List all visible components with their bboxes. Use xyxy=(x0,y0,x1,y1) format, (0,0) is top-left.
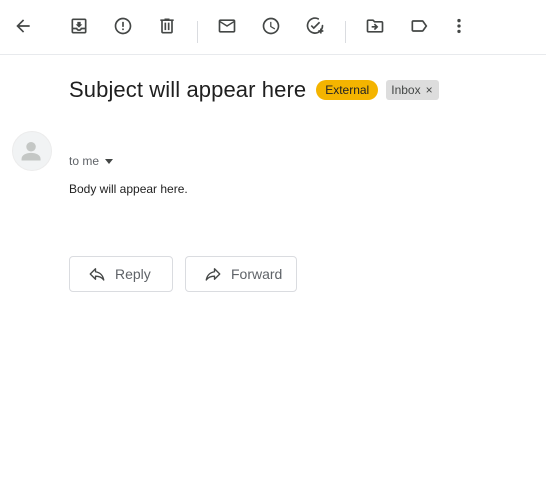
toolbar-divider xyxy=(345,21,346,43)
snooze-button[interactable] xyxy=(253,8,289,44)
recipient-details-toggle[interactable]: to me xyxy=(69,154,114,168)
remove-label-icon[interactable]: × xyxy=(426,82,433,98)
mark-unread-icon xyxy=(218,19,236,33)
reply-button[interactable]: Reply xyxy=(69,256,173,292)
archive-button[interactable] xyxy=(61,8,97,44)
report-spam-button[interactable] xyxy=(105,8,141,44)
recipient-text: to me xyxy=(69,154,100,168)
delete-icon xyxy=(160,18,174,34)
move-to-button[interactable] xyxy=(357,8,393,44)
avatar[interactable] xyxy=(12,131,52,171)
forward-icon xyxy=(205,268,221,281)
caret-down-icon xyxy=(105,158,114,164)
add-to-tasks-icon xyxy=(306,17,324,34)
mark-unread-button[interactable] xyxy=(209,8,245,44)
add-to-tasks-button[interactable] xyxy=(297,8,333,44)
subject: Subject will appear here xyxy=(69,77,307,102)
snooze-icon xyxy=(262,17,280,35)
email-view: Subject will appear here External Inbox … xyxy=(0,0,546,494)
more-icon xyxy=(457,18,461,34)
forward-button[interactable]: Forward xyxy=(185,256,297,292)
label-icon xyxy=(411,20,428,32)
message-body: Body will appear here. xyxy=(69,182,188,196)
external-badge: External xyxy=(316,80,379,100)
more-button[interactable] xyxy=(441,8,477,44)
inbox-label-chip: Inbox × xyxy=(386,80,439,100)
reply-icon xyxy=(89,268,105,281)
reply-label: Reply xyxy=(115,266,151,282)
inbox-label-text: Inbox xyxy=(391,83,421,97)
archive-icon xyxy=(71,18,87,34)
toolbar-divider xyxy=(197,21,198,43)
delete-button[interactable] xyxy=(149,8,185,44)
report-spam-icon xyxy=(114,17,132,35)
forward-label: Forward xyxy=(231,266,283,282)
person-icon xyxy=(21,141,41,161)
labels-button[interactable] xyxy=(401,8,437,44)
back-icon xyxy=(16,19,30,33)
move-to-icon xyxy=(366,19,384,33)
subject-row: Subject will appear here External Inbox … xyxy=(69,76,439,104)
back-button[interactable] xyxy=(5,8,41,44)
toolbar xyxy=(0,0,546,55)
